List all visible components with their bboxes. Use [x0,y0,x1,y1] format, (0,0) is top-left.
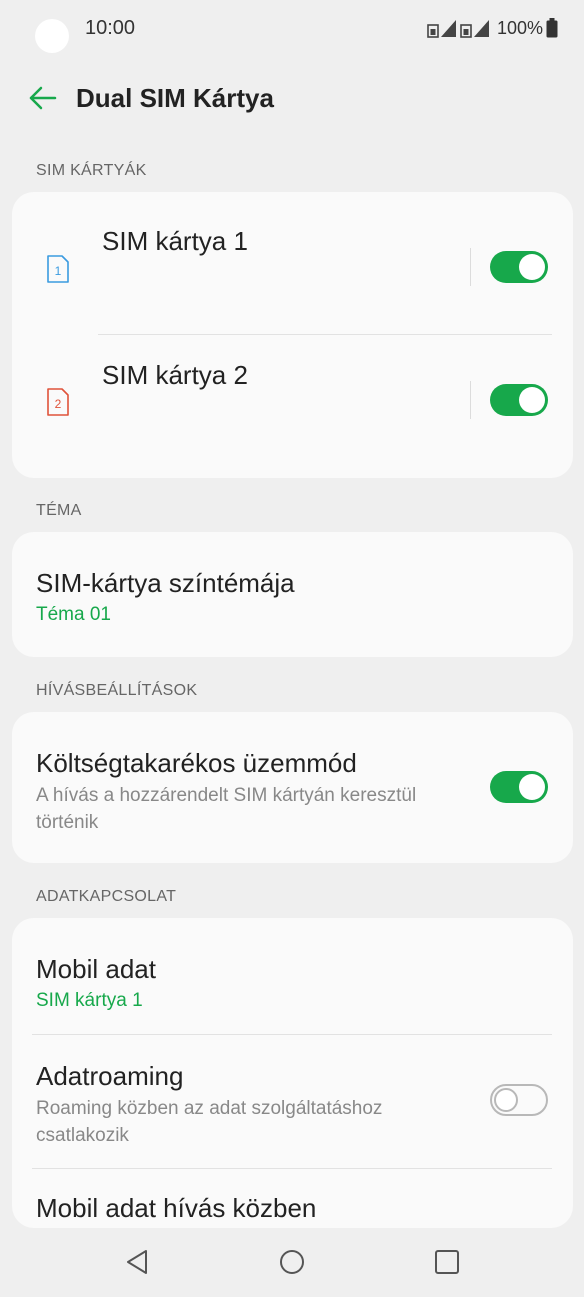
sim1-separator [470,248,471,286]
section-header-call-settings: HÍVÁSBEÁLLÍTÁSOK [36,682,198,699]
cost-saving-mode-label: Költségtakarékos üzemmód [36,748,357,778]
section-header-theme: TÉMA [36,502,82,519]
sim-theme-value: Téma 01 [36,604,111,625]
theme-card[interactable]: SIM-kártya színtémája Téma 01 [12,532,573,657]
data-roaming-desc-line2: csatlakozik [36,1125,129,1146]
app-bar: Dual SIM Kártya [0,70,584,126]
section-header-data-connection: ADATKAPCSOLAT [36,888,177,905]
sim1-row[interactable]: 1 SIM kártya 1 [12,192,573,334]
cost-saving-mode-desc-line2: történik [36,812,99,833]
status-icons: 100% [427,15,558,41]
data-during-call-label: Mobil adat hívás közben [36,1193,317,1223]
data-roaming-toggle[interactable] [490,1084,548,1116]
sim-card-1-icon: 1 [47,255,69,283]
back-arrow-icon[interactable] [28,84,58,112]
section-header-sim-cards: SIM KÁRTYÁK [36,162,147,179]
sim1-toggle[interactable] [490,251,548,283]
mobile-data-label: Mobil adat [36,954,156,984]
cost-saving-mode-toggle[interactable] [490,771,548,803]
sim2-signal-icon [460,20,489,38]
sim-cards-card: 1 SIM kártya 1 2 SIM kártya 2 [12,192,573,478]
mobile-data-value: SIM kártya 1 [36,990,143,1011]
page-title: Dual SIM Kártya [76,83,274,113]
nav-recents-icon[interactable] [433,1248,461,1276]
status-time: 10:00 [85,17,136,39]
status-bar: 10:00 100% [0,0,584,58]
sim1-signal-icon [427,20,456,38]
data-roaming-label: Adatroaming [36,1061,184,1091]
nav-back-icon[interactable] [124,1248,150,1276]
svg-text:1: 1 [55,264,62,278]
battery-percent: 100% [496,17,543,38]
nav-home-icon[interactable] [278,1248,306,1276]
sim2-row[interactable]: 2 SIM kártya 2 [12,335,573,478]
sim1-label: SIM kártya 1 [102,226,248,256]
data-connection-card: Mobil adat SIM kártya 1 Adatroaming Roam… [12,918,573,1228]
sim-theme-label: SIM-kártya színtémája [36,568,295,598]
roaming-row[interactable]: Adatroaming Roaming közben az adat szolg… [12,1035,573,1168]
sim2-label: SIM kártya 2 [102,360,248,390]
call-settings-card[interactable]: Költségtakarékos üzemmód A hívás a hozzá… [12,712,573,863]
sim2-separator [470,381,471,419]
mobile-data-row[interactable]: Mobil adat SIM kártya 1 [12,918,573,1034]
battery-icon [546,18,558,38]
navigation-bar [0,1230,584,1297]
cost-saving-mode-desc-line1: A hívás a hozzárendelt SIM kártyán keres… [36,785,417,806]
sim-card-2-icon: 2 [47,388,69,416]
data-during-call-row[interactable]: Mobil adat hívás közben [12,1169,573,1228]
data-roaming-desc-line1: Roaming közben az adat szolgáltatáshoz [36,1098,383,1119]
sim2-toggle[interactable] [490,384,548,416]
camera-cutout [35,19,69,53]
svg-text:2: 2 [55,397,62,411]
